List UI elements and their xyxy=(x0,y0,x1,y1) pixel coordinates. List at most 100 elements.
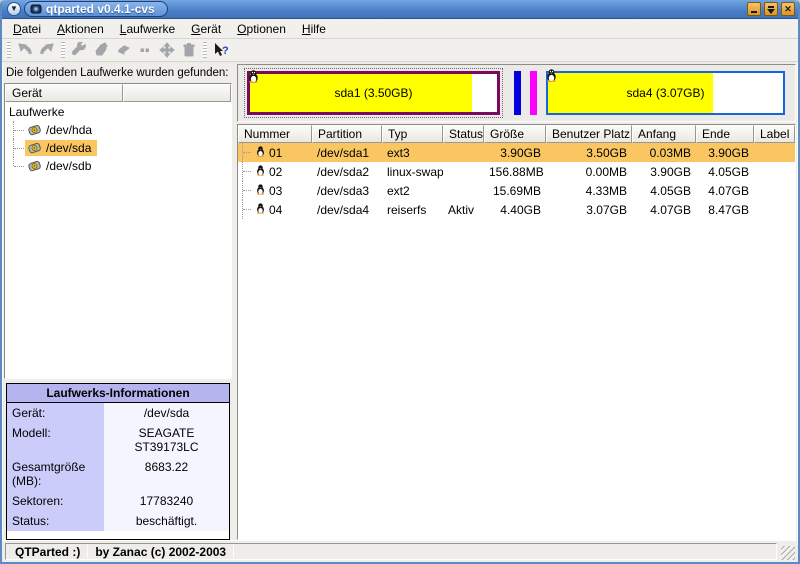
info-label-geraet: Gerät: xyxy=(7,403,104,423)
title-capsule: qtparted v0.4.1-cvs xyxy=(24,1,168,17)
resize-grip[interactable] xyxy=(781,546,795,560)
delete-button[interactable] xyxy=(178,40,200,60)
column-header-typ[interactable]: Typ xyxy=(382,125,443,143)
titlebar: ▼ qtparted v0.4.1-cvs ✕ xyxy=(2,0,798,19)
device-tree-header: Gerät xyxy=(5,84,231,102)
column-header-partition[interactable]: Partition xyxy=(312,125,382,143)
tree-item-label: /dev/hda xyxy=(46,123,92,137)
menu-hilfe[interactable]: Hilfe xyxy=(294,20,334,38)
menu-aktionen[interactable]: Aktionen xyxy=(49,20,112,38)
table-row-sda1[interactable]: 01 /dev/sda1 ext3 3.90GB 3.50GB 0.03MB 3… xyxy=(238,143,795,162)
partition-panel: sda1 (3.50GB) sda4 (3.07GB) Num xyxy=(237,64,796,540)
device-tree-body: Laufwerke /dev/hda xyxy=(5,102,231,175)
tux-icon xyxy=(256,184,265,198)
undo-button[interactable] xyxy=(14,40,36,60)
partition-block-sda4[interactable]: sda4 (3.07GB) xyxy=(546,71,785,115)
column-header-ende[interactable]: Ende xyxy=(696,125,754,143)
info-value-gesamtgroesse: 8683.22 xyxy=(104,457,229,491)
tree-root-laufwerke[interactable]: Laufwerke xyxy=(7,103,231,121)
whatsthis-button[interactable]: ? xyxy=(210,40,232,60)
format-button[interactable] xyxy=(90,40,112,60)
hdd-icon xyxy=(27,160,42,173)
status-app-label: QTParted :) xyxy=(10,545,85,559)
hdd-icon xyxy=(27,142,42,155)
drive-info-title: Laufwerks-Informationen xyxy=(7,384,229,403)
tux-icon xyxy=(546,69,557,85)
minimize-button[interactable] xyxy=(747,2,761,16)
table-row-sda3[interactable]: 03 /dev/sda3 ext2 15.69MB 4.33MB 4.05GB … xyxy=(238,181,795,200)
tree-item-dev-sda[interactable]: /dev/sda xyxy=(7,139,231,157)
column-header-status[interactable]: Status xyxy=(443,125,484,143)
info-label-sektoren: Sektoren: xyxy=(7,491,104,511)
column-header-benutzer-platz[interactable]: Benutzer Platz xyxy=(546,125,632,143)
redo-button[interactable] xyxy=(36,40,58,60)
toolbar-handle[interactable] xyxy=(203,42,207,58)
tree-item-dev-hda[interactable]: /dev/hda xyxy=(7,121,231,139)
menu-laufwerke[interactable]: Laufwerke xyxy=(112,20,183,38)
device-column-header-filler xyxy=(123,84,231,102)
column-header-nummer[interactable]: Nummer xyxy=(238,125,312,143)
toolbar-handle[interactable] xyxy=(7,42,11,58)
move-icon xyxy=(159,42,175,58)
menu-geraet[interactable]: Gerät xyxy=(183,20,229,38)
eraser-icon xyxy=(115,42,131,58)
column-header-anfang[interactable]: Anfang xyxy=(632,125,696,143)
minimize-icon xyxy=(751,11,757,13)
drive-info-table: Gerät: /dev/sda Modell: SEAGATE ST39173L… xyxy=(7,403,229,539)
info-label-modell: Modell: xyxy=(7,423,104,457)
status-separator xyxy=(87,545,88,558)
menu-datei[interactable]: Datei xyxy=(5,20,49,38)
partition-preview: sda1 (3.50GB) sda4 (3.07GB) xyxy=(237,64,796,122)
trash-icon xyxy=(181,42,197,58)
toolbar-handle[interactable] xyxy=(61,42,65,58)
partition-table-header: Nummer Partition Typ Status Größe Benutz… xyxy=(238,125,795,143)
tux-icon xyxy=(256,165,265,179)
system-menu-button[interactable]: ▼ xyxy=(7,2,21,16)
column-header-label[interactable]: Label xyxy=(754,125,795,143)
device-column-header[interactable]: Gerät xyxy=(5,84,123,102)
app-icon xyxy=(30,3,42,15)
statusbar: QTParted :) by Zanac (c) 2002-2003 xyxy=(2,540,798,562)
qtparted-window: ▼ qtparted v0.4.1-cvs ✕ Datei Aktionen L… xyxy=(0,0,800,564)
close-button[interactable]: ✕ xyxy=(781,2,795,16)
tree-item-label: /dev/sdb xyxy=(46,159,91,173)
resize-button[interactable] xyxy=(134,40,156,60)
partition-block-sda1-label: sda1 (3.50GB) xyxy=(250,74,497,112)
table-row-sda4[interactable]: 04 /dev/sda4 reiserfs Aktiv 4.40GB 3.07G… xyxy=(238,200,795,219)
table-row-sda2[interactable]: 02 /dev/sda2 linux-swap 156.88MB 0.00MB … xyxy=(238,162,795,181)
move-button[interactable] xyxy=(156,40,178,60)
info-value-geraet: /dev/sda xyxy=(104,403,229,423)
maximize-button[interactable] xyxy=(764,2,778,16)
wrench-icon xyxy=(71,42,87,58)
devices-found-label: Die folgenden Laufwerke wurden gefunden: xyxy=(4,64,232,83)
tux-icon xyxy=(248,70,259,86)
device-tree: Gerät Laufwerke /dev/hda xyxy=(4,83,232,379)
menu-optionen[interactable]: Optionen xyxy=(229,20,294,38)
whatsthis-icon: ? xyxy=(213,42,229,58)
tux-icon xyxy=(256,146,265,160)
window-title: qtparted v0.4.1-cvs xyxy=(46,2,155,16)
undo-icon xyxy=(17,42,33,58)
tree-item-label: /dev/sda xyxy=(46,141,91,155)
column-header-groesse[interactable]: Größe xyxy=(484,125,546,143)
info-label-gesamtgroesse: Gesamtgröße (MB): xyxy=(7,457,104,491)
status-panel: QTParted :) by Zanac (c) 2002-2003 xyxy=(5,543,777,560)
main-area: Die folgenden Laufwerke wurden gefunden:… xyxy=(2,62,798,540)
device-panel: Die folgenden Laufwerke wurden gefunden:… xyxy=(4,64,232,540)
partition-block-sda1[interactable]: sda1 (3.50GB) xyxy=(247,71,500,115)
partition-block-sda2[interactable] xyxy=(514,71,521,115)
tree-item-dev-sdb[interactable]: /dev/sdb xyxy=(7,157,231,175)
partition-block-sda4-label: sda4 (3.07GB) xyxy=(548,73,783,113)
drive-info-panel: Laufwerks-Informationen Gerät: /dev/sda … xyxy=(6,383,230,540)
maximize-icon xyxy=(768,6,774,8)
erase-button[interactable] xyxy=(112,40,134,60)
property-button[interactable] xyxy=(68,40,90,60)
status-separator xyxy=(233,545,234,558)
hdd-icon xyxy=(27,124,42,137)
svg-text:?: ? xyxy=(222,45,229,57)
bucket-icon xyxy=(93,42,109,58)
partition-block-sda3[interactable] xyxy=(530,71,537,115)
redo-icon xyxy=(39,42,55,58)
info-value-status: beschäftigt. xyxy=(104,511,229,531)
dots-icon xyxy=(137,42,153,58)
